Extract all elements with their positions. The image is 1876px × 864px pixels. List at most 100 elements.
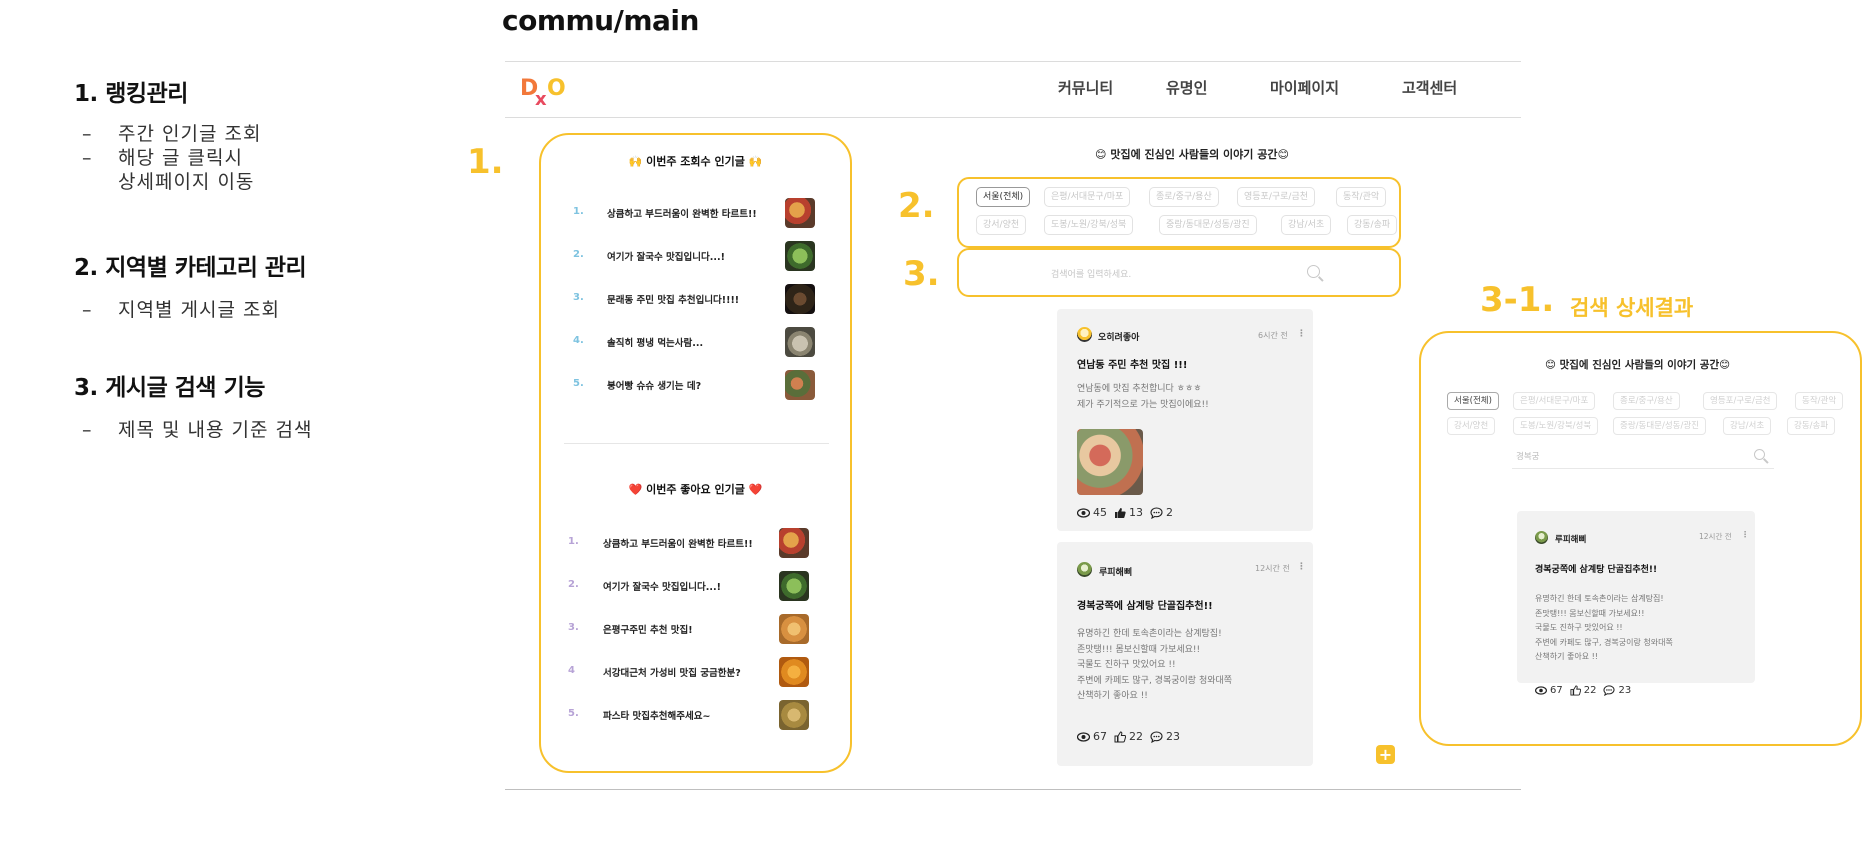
ranking-likes-item[interactable]: 3. 은평구주민 추천 맛집! xyxy=(541,612,850,646)
post-body-line: 주변에 카페도 많구, 경복궁이랑 청와대쪽 xyxy=(1535,637,1673,647)
thumb-up-icon[interactable] xyxy=(1570,685,1581,696)
post-body-line: 존맛탱!!! 몸보신할때 가보세요!! xyxy=(1535,608,1645,618)
search-icon[interactable] xyxy=(1307,265,1320,278)
thumb-up-icon[interactable] xyxy=(1114,507,1126,519)
region-chip[interactable]: 도봉/노원/강북/성북 xyxy=(1044,215,1134,235)
region-chip[interactable]: 영등포/구로/금천 xyxy=(1703,392,1778,410)
more-icon[interactable]: ⋮ xyxy=(1741,530,1749,539)
post-body-line: 산책하기 좋아요 !! xyxy=(1077,691,1148,701)
avatar-icon xyxy=(1077,562,1092,577)
region-filter-box: 서울(전체) 은평/서대문구/마포 종로/중구/용산 영등포/구로/금천 동작/… xyxy=(957,177,1401,248)
ranking-views-item[interactable]: 2. 여기가 잘국수 맛집입니다...! xyxy=(541,239,850,273)
region-chip[interactable]: 서울(전체) xyxy=(1447,392,1499,410)
ranking-views-item[interactable]: 4. 솔직히 평냉 먹는사람... xyxy=(541,325,850,359)
avatar-icon xyxy=(1077,327,1092,342)
nav-customer-center[interactable]: 고객센터 xyxy=(1402,77,1457,98)
region-chip[interactable]: 영등포/구로/금천 xyxy=(1237,187,1316,207)
post-thumbnail xyxy=(779,657,809,687)
search-detail-panel: 😊 맛집에 진심인 사람들의 이야기 공간😊 서울(전체) 은평/서대문구/마포… xyxy=(1419,331,1862,746)
result-card[interactable]: 루피해삐 12시간 전 ⋮ 경복궁쪽에 삼계탕 단골집추천!! 유명하긴 한데 … xyxy=(1517,511,1755,696)
nav-mypage[interactable]: 마이페이지 xyxy=(1270,77,1339,98)
region-chip[interactable]: 강남/서초 xyxy=(1723,417,1772,435)
rank-number: 4 xyxy=(568,665,575,676)
ranking-likes-item[interactable]: 4 서강대근처 가성비 맛집 궁금한분? xyxy=(541,655,850,689)
post-thumbnail xyxy=(785,370,815,400)
ranking-likes-item[interactable]: 1. 상큼하고 부드러움이 완벽한 타르트!! xyxy=(541,526,850,560)
rank-title: 솔직히 평냉 먹는사람... xyxy=(607,338,704,349)
thumb-up-icon[interactable] xyxy=(1114,730,1126,743)
post-time: 12시간 전 xyxy=(1255,564,1290,573)
post-author[interactable]: 루피해삐 xyxy=(1555,533,1586,545)
header-divider xyxy=(505,117,1521,118)
comment-icon[interactable] xyxy=(1150,730,1163,743)
note-item: 지역별 게시글 조회 xyxy=(74,298,494,322)
search-bar[interactable]: 검색어를 입력하세요. xyxy=(957,248,1401,297)
search-input[interactable]: 검색어를 입력하세요. xyxy=(1051,267,1131,280)
region-chip[interactable]: 강동/송파 xyxy=(1787,417,1836,435)
region-chip[interactable]: 중랑/동대문/성동/광진 xyxy=(1613,417,1706,435)
region-chip[interactable]: 서울(전체) xyxy=(976,187,1031,207)
rank-number: 2. xyxy=(568,579,579,590)
region-chip[interactable]: 중랑/동대문/성동/광진 xyxy=(1159,215,1257,235)
rank-title: 상큼하고 부드러움이 완벽한 타르트!! xyxy=(603,539,753,550)
detail-search-input[interactable]: 경복궁 xyxy=(1516,450,1539,462)
comment-icon[interactable] xyxy=(1603,685,1616,696)
rank-number: 3. xyxy=(573,292,584,303)
post-body-line: 국물도 진하구 맛있어요 !! xyxy=(1077,660,1176,670)
post-title[interactable]: 연남동 주민 추천 맛집 !!! xyxy=(1077,356,1187,371)
region-chip[interactable]: 종로/중구/용산 xyxy=(1613,392,1680,410)
region-chip[interactable]: 동작/관악 xyxy=(1795,392,1844,410)
region-chip[interactable]: 은평/서대문구/마포 xyxy=(1044,187,1131,207)
comment-count: 2 xyxy=(1166,506,1173,519)
rank-number: 4. xyxy=(573,335,584,346)
post-body-line: 주변에 카페도 많구, 경복궁이랑 청와대쪽 xyxy=(1077,675,1233,686)
region-chip[interactable]: 동작/관악 xyxy=(1336,187,1387,207)
like-count: 22 xyxy=(1583,685,1597,696)
rank-title: 상큼하고 부드러움이 완벽한 타르트!! xyxy=(607,209,757,220)
nav-community[interactable]: 커뮤니티 xyxy=(1058,77,1113,98)
note-item: 제목 및 내용 기준 검색 xyxy=(74,418,494,442)
like-count: 22 xyxy=(1129,730,1143,743)
region-chip[interactable]: 강동/송파 xyxy=(1347,215,1398,235)
like-count: 13 xyxy=(1129,506,1143,519)
post-body-line: 연남동에 맛집 추천합니다 ㅎㅎㅎ xyxy=(1077,384,1202,394)
top-divider xyxy=(505,61,1521,62)
region-chip[interactable]: 강서/양천 xyxy=(1447,417,1496,435)
nav-celebrity[interactable]: 유명인 xyxy=(1166,77,1207,98)
search-icon[interactable] xyxy=(1754,449,1765,460)
ranking-views-item[interactable]: 5. 붕어빵 슈슈 생기는 데? xyxy=(541,368,850,402)
post-image[interactable] xyxy=(1077,429,1143,495)
ranking-likes-item[interactable]: 5. 파스타 맛집추천해주세요~ xyxy=(541,698,850,732)
post-body: 연남동에 맛집 추천합니다 ㅎㅎㅎ 제가 주기적으로 가는 맛집이에요!! xyxy=(1077,382,1209,413)
region-chip[interactable]: 강서/양천 xyxy=(976,215,1027,235)
post-thumbnail xyxy=(785,284,815,314)
post-title[interactable]: 경복궁쪽에 삼계탕 단골집추천!! xyxy=(1535,562,1657,575)
comment-icon[interactable] xyxy=(1150,506,1163,519)
post-title[interactable]: 경복궁쪽에 삼계탕 단골집추천!! xyxy=(1077,597,1213,612)
more-icon[interactable]: ⋮ xyxy=(1297,329,1306,339)
region-chip[interactable]: 도봉/노원/강북/성북 xyxy=(1513,417,1599,435)
ranking-likes-item[interactable]: 2. 여기가 잘국수 맛집입니다...! xyxy=(541,569,850,603)
region-chip[interactable]: 종로/중구/용산 xyxy=(1149,187,1219,207)
callout-3-1: 3-1. xyxy=(1480,280,1555,320)
post-author[interactable]: 오히려좋아 xyxy=(1098,330,1139,343)
ranking-views-item[interactable]: 3. 문래동 주민 맛집 추천입니다!!!! xyxy=(541,282,850,316)
ranking-divider xyxy=(564,443,829,444)
plus-icon[interactable]: + xyxy=(1376,745,1395,764)
comment-count: 23 xyxy=(1166,730,1180,743)
region-chip[interactable]: 은평/서대문구/마포 xyxy=(1513,392,1596,410)
post-card[interactable]: 오히려좋아 6시간 전 ⋮ 연남동 주민 추천 맛집 !!! 연남동에 맛집 추… xyxy=(1057,309,1313,531)
logo[interactable]: D x O xyxy=(520,75,568,111)
post-author[interactable]: 루피해삐 xyxy=(1099,565,1132,578)
detail-search-bar[interactable]: 경복궁 xyxy=(1512,445,1774,469)
avatar-icon xyxy=(1535,531,1548,544)
logo-letter: O xyxy=(547,76,566,101)
note-item: 주간 인기글 조회 xyxy=(74,122,261,146)
post-stats: 67 22 23 xyxy=(1535,685,1635,696)
ranking-views-item[interactable]: 1. 상큼하고 부드러움이 완벽한 타르트!! xyxy=(541,196,850,230)
region-chip[interactable]: 강남/서초 xyxy=(1281,215,1332,235)
post-stats: 67 22 23 xyxy=(1077,730,1184,743)
post-card[interactable]: 루피해삐 12시간 전 ⋮ 경복궁쪽에 삼계탕 단골집추천!! 유명하긴 한데 … xyxy=(1057,542,1313,766)
more-icon[interactable]: ⋮ xyxy=(1297,562,1306,572)
note-item: 상세페이지 이동 xyxy=(118,171,255,193)
